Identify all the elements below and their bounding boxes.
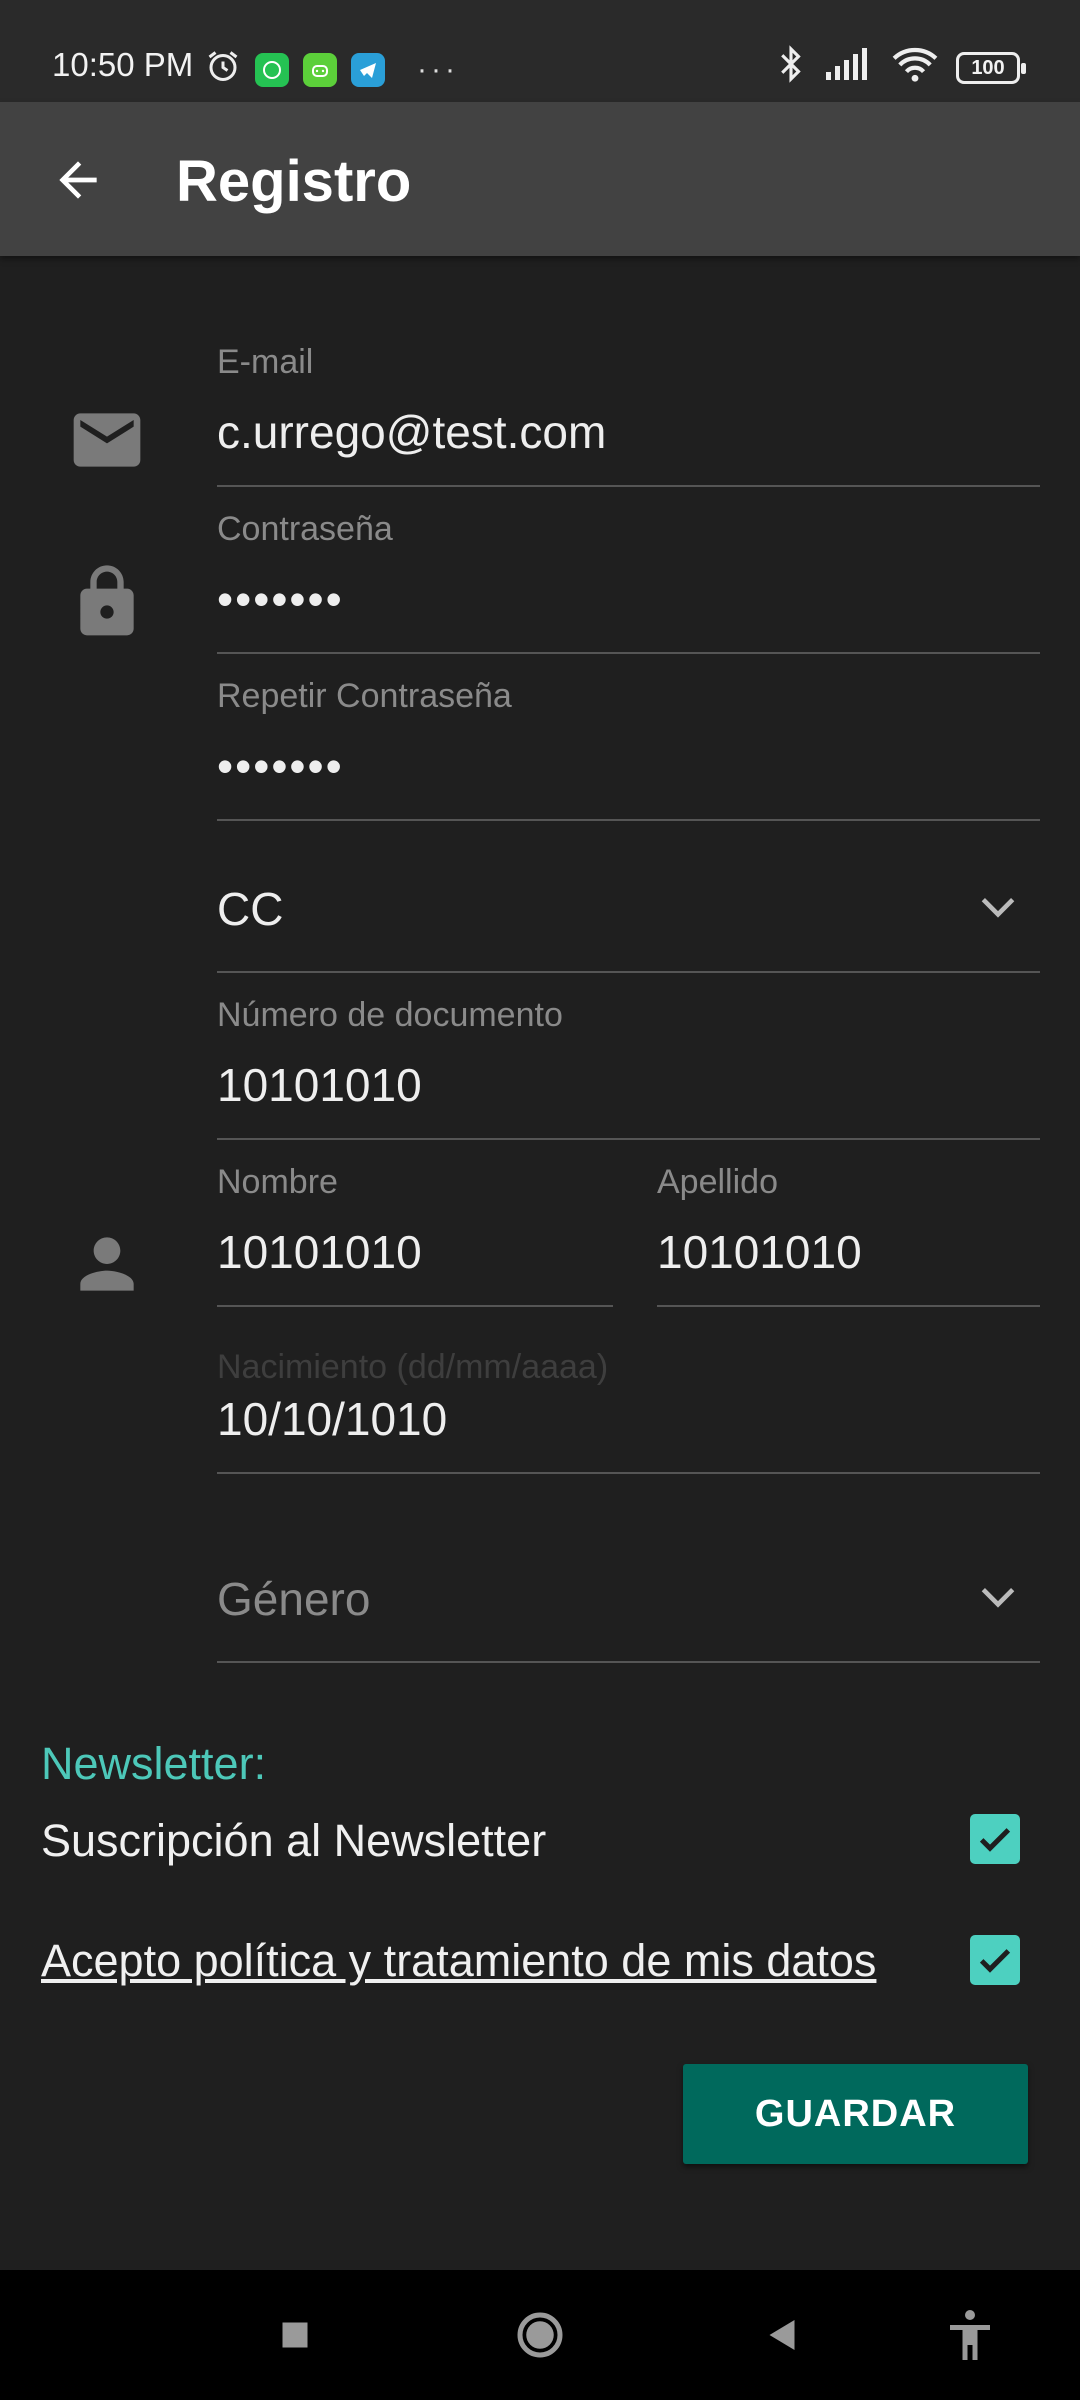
repeat-password-value[interactable]: ••••••• bbox=[217, 739, 344, 793]
newsletter-checkbox[interactable] bbox=[970, 1814, 1020, 1864]
email-field[interactable]: E-mail c.urrego@test.com bbox=[217, 335, 1040, 487]
password-label: Contraseña bbox=[217, 510, 393, 548]
wifi-icon bbox=[892, 45, 938, 91]
first-name-field[interactable]: Nombre 10101010 bbox=[217, 1155, 613, 1307]
newsletter-subscription-label: Suscripción al Newsletter bbox=[41, 1815, 547, 1866]
password-value[interactable]: ••••••• bbox=[217, 572, 344, 626]
signal-icon bbox=[824, 46, 874, 90]
doc-number-label: Número de documento bbox=[217, 996, 563, 1034]
system-status-icons: 100 bbox=[776, 44, 1026, 92]
newsletter-heading: Newsletter: bbox=[41, 1738, 267, 1789]
doc-type-dropdown[interactable]: CC bbox=[217, 840, 1040, 973]
repeat-password-label: Repetir Contraseña bbox=[217, 677, 512, 715]
home-icon[interactable] bbox=[510, 2305, 570, 2365]
status-bar: 10:50 PM ··· 100 bbox=[0, 0, 1080, 102]
gender-placeholder: Género bbox=[217, 1573, 371, 1625]
system-nav-bar bbox=[0, 2270, 1080, 2400]
last-name-field[interactable]: Apellido 10101010 bbox=[657, 1155, 1040, 1307]
birth-date-value[interactable]: 10/10/1010 bbox=[217, 1392, 447, 1446]
policy-checkbox[interactable] bbox=[970, 1935, 1020, 1985]
email-value[interactable]: c.urrego@test.com bbox=[217, 405, 606, 459]
last-name-label: Apellido bbox=[657, 1163, 778, 1201]
email-label: E-mail bbox=[217, 343, 314, 381]
whatsapp-icon bbox=[255, 53, 289, 87]
password-field[interactable]: Contraseña ••••••• bbox=[217, 502, 1040, 654]
check-icon bbox=[979, 1828, 1011, 1852]
birth-date-field[interactable]: Nacimiento (dd/mm/aaaa) 10/10/1010 bbox=[217, 1322, 1040, 1474]
person-icon bbox=[67, 1224, 147, 1304]
more-dots-icon: ··· bbox=[417, 53, 459, 86]
last-name-value[interactable]: 10101010 bbox=[657, 1225, 862, 1279]
page-title: Registro bbox=[176, 149, 412, 214]
gender-dropdown[interactable]: Género bbox=[217, 1530, 1040, 1663]
email-icon bbox=[67, 400, 147, 480]
repeat-password-field[interactable]: Repetir Contraseña ••••••• bbox=[217, 669, 1040, 821]
app-bar: Registro bbox=[0, 102, 1080, 256]
battery-icon: 100 bbox=[956, 52, 1026, 84]
back-nav-icon[interactable] bbox=[752, 2305, 812, 2365]
telegram-icon bbox=[351, 53, 385, 87]
doc-number-field[interactable]: Número de documento 10101010 bbox=[217, 988, 1040, 1140]
lock-icon bbox=[67, 562, 147, 642]
bluetooth-icon bbox=[776, 44, 806, 92]
battery-level: 100 bbox=[971, 56, 1005, 79]
save-button[interactable]: GUARDAR bbox=[683, 2064, 1028, 2164]
accessibility-icon[interactable] bbox=[940, 2305, 1000, 2365]
android-icon bbox=[303, 53, 337, 87]
back-arrow-icon[interactable] bbox=[50, 152, 106, 208]
chevron-down-icon bbox=[976, 1575, 1020, 1619]
birth-date-label: Nacimiento (dd/mm/aaaa) bbox=[217, 1348, 609, 1386]
first-name-value[interactable]: 10101010 bbox=[217, 1225, 422, 1279]
recents-icon[interactable] bbox=[265, 2305, 325, 2365]
check-icon bbox=[979, 1949, 1011, 1973]
alarm-icon bbox=[205, 48, 241, 92]
chevron-down-icon bbox=[976, 885, 1020, 929]
first-name-label: Nombre bbox=[217, 1163, 338, 1201]
policy-link[interactable]: Acepto política y tratamiento de mis dat… bbox=[41, 1935, 876, 1987]
notification-icons: ··· bbox=[205, 48, 459, 92]
doc-number-value[interactable]: 10101010 bbox=[217, 1058, 422, 1112]
doc-type-value: CC bbox=[217, 883, 284, 935]
status-time: 10:50 PM bbox=[52, 46, 194, 83]
